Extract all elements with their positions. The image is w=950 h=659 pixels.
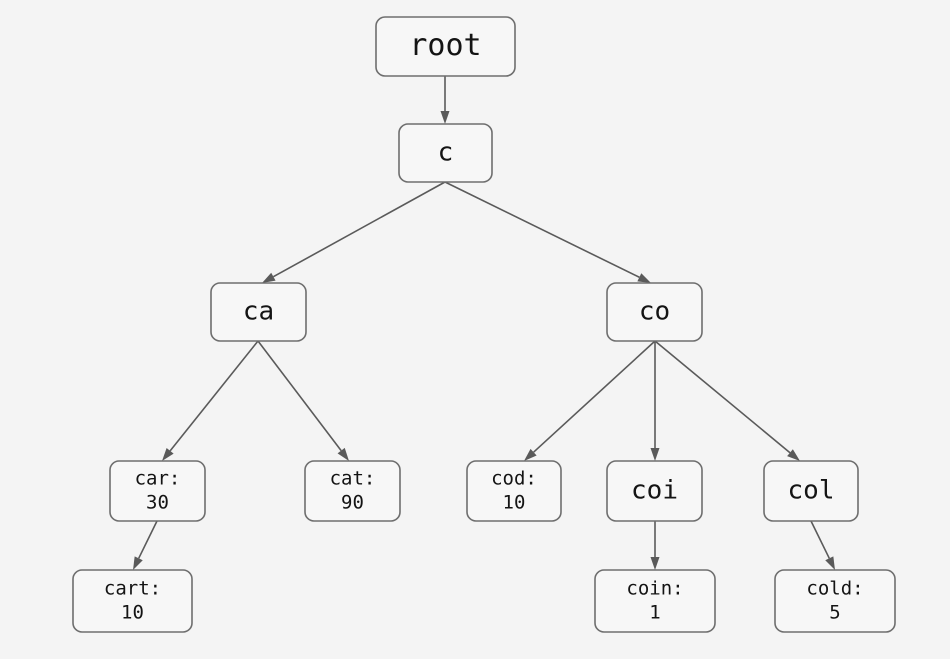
tree-edge-co-to-cod <box>524 340 656 461</box>
node-label: car: <box>135 467 181 489</box>
node-label: co <box>639 297 670 327</box>
edge-line <box>137 520 158 559</box>
tree-node-coin[interactable]: coin: 1 <box>594 569 716 633</box>
tree-node-cat[interactable]: cat: 90 <box>304 460 401 522</box>
node-label: cart: <box>104 577 161 599</box>
edge-line <box>257 340 342 452</box>
edge-line <box>272 181 446 278</box>
tree-node-root[interactable]: root <box>375 16 516 77</box>
arrowhead-icon <box>262 272 276 283</box>
tree-edge-root-to-c <box>440 76 450 124</box>
tree-node-cod[interactable]: cod: 10 <box>466 460 562 522</box>
arrowhead-icon <box>440 111 450 124</box>
arrowhead-icon <box>825 556 835 570</box>
node-label: 90 <box>341 492 364 514</box>
edge-line <box>533 340 656 453</box>
tree-node-ca[interactable]: ca <box>210 282 307 342</box>
tree-edge-c-to-ca <box>262 181 446 283</box>
node-label: 5 <box>829 602 840 624</box>
arrowhead-icon <box>337 447 349 461</box>
tree-edge-co-to-col <box>654 340 800 461</box>
node-label: col <box>788 476 835 506</box>
node-label: coi <box>631 476 678 506</box>
edge-line <box>654 340 791 454</box>
arrowhead-icon <box>637 273 651 283</box>
nodes-layer: root c ca co car: 30 cat: 90 cod: 10 coi col cart: 10… <box>72 16 896 633</box>
tree-edge-c-to-co <box>444 181 651 283</box>
node-label: ca <box>243 297 274 327</box>
tree-edge-col-to-cold <box>810 520 835 570</box>
tree-node-co[interactable]: co <box>606 282 703 342</box>
tree-node-c[interactable]: c <box>398 123 493 183</box>
edge-line <box>444 181 640 278</box>
node-label: 1 <box>649 602 660 624</box>
arrowhead-icon <box>650 557 660 570</box>
tree-node-coi[interactable]: coi <box>606 460 703 522</box>
node-label: 10 <box>503 492 526 514</box>
edge-line <box>810 520 831 559</box>
tree-edge-co-to-coi <box>650 341 660 461</box>
tree-node-col[interactable]: col <box>763 460 859 522</box>
node-label: cold: <box>806 577 863 599</box>
node-label: 10 <box>121 602 144 624</box>
node-label: cod: <box>491 467 537 489</box>
node-label: 30 <box>146 492 169 514</box>
tree-edge-car-to-cart <box>133 520 158 570</box>
arrowhead-icon <box>650 448 660 461</box>
arrowhead-icon <box>133 556 143 570</box>
tree-node-car[interactable]: car: 30 <box>109 460 206 522</box>
tree-diagram-canvas: root c ca co car: 30 cat: 90 cod: 10 coi col cart: 10… <box>72 16 896 633</box>
arrowhead-icon <box>162 448 174 461</box>
tree-edge-ca-to-cat <box>257 340 349 461</box>
node-label: coin: <box>626 577 683 599</box>
node-label: cat: <box>330 467 376 489</box>
tree-edge-coi-to-coin <box>650 521 660 570</box>
tree-node-cold[interactable]: cold: 5 <box>774 569 896 633</box>
node-label: c <box>438 138 454 168</box>
tree-edge-ca-to-car <box>162 340 259 461</box>
edge-line <box>169 340 259 452</box>
tree-node-cart[interactable]: cart: 10 <box>72 569 193 633</box>
node-label: root <box>409 28 481 63</box>
trie-diagram: root c ca co car: 30 cat: 90 cod: 10 coi col cart: 10… <box>0 0 950 659</box>
